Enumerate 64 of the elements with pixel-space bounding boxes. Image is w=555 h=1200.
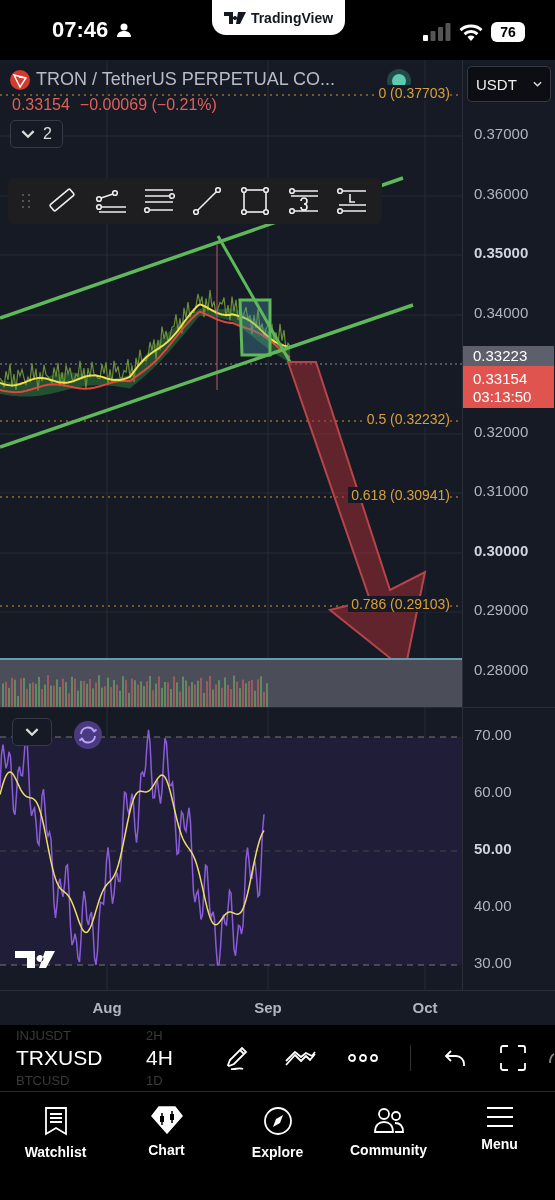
indicators-toggle[interactable]: 2 [10,120,63,148]
rsi-axis-label: 70.00 [474,726,512,743]
price-axis-label: 0.34000 [474,304,529,321]
more-icon[interactable] [348,1053,378,1063]
fib-level-label: 0.5 (0.32232) [363,411,450,427]
countdown-timer: 03:13:50 [473,387,533,405]
last-price-value: 0.33154 [473,369,529,387]
fullscreen-icon[interactable] [499,1044,527,1072]
price-axis-label: 0.37000 [474,125,529,142]
battery-level: 76 [500,24,516,40]
interval-label: 4H [146,1045,173,1071]
nav-tab[interactable]: Chart [111,1092,222,1199]
redo-icon[interactable] [549,1052,555,1064]
symbol-name: TRXUSD [16,1045,104,1071]
price-axis-label: 0.29000 [474,601,529,618]
symbol-title[interactable]: TRON / TetherUS PERPETUAL CO... [36,69,336,90]
status-time: 07:46 [52,17,109,43]
collapse-button[interactable] [12,718,52,746]
drag-handle-icon[interactable] [22,194,31,208]
time-axis-label: Sep [254,999,282,1016]
banner-title: TradingView [250,9,334,26]
currency-dropdown[interactable]: USDT [467,66,551,102]
nav-tab[interactable]: Watchlist [0,1092,111,1199]
line-icon[interactable] [191,185,224,217]
price-axis-label: 0.35000 [474,244,529,261]
last-price: 0.33154 [12,96,70,114]
rsi-axis-label: 50.00 [474,840,512,857]
interval-label: 1D [146,1073,163,1088]
nav-tab[interactable]: Explore [222,1092,333,1199]
chevron-down-icon [21,129,35,139]
symbol-picker-item[interactable]: TRXUSD 4H [16,1043,204,1073]
crosshair-price-label: 0.33223 [463,346,554,366]
time-axis-label: Aug [92,999,122,1016]
interval-label: 2H [146,1028,163,1043]
short-position-icon[interactable] [287,185,320,217]
rsi-axis-label: 60.00 [474,783,512,800]
symbol-name: BTCUSD [16,1073,71,1088]
chevron-down-icon [25,727,39,737]
price-axis-label: 0.30000 [474,542,529,559]
wifi-icon [459,23,483,41]
price-axis-label: 0.31000 [474,482,529,499]
price-axis-label: 0.32000 [474,423,529,440]
rsi-axis-label: 30.00 [474,954,512,971]
long-position-icon[interactable] [335,185,368,217]
rectangle-icon[interactable] [239,185,272,217]
nav-tab[interactable]: Community [333,1092,444,1199]
logo-icon [15,951,55,968]
symbol-name: INJUSDT [16,1028,72,1043]
fib-level-label: 0.618 (0.30941) [348,487,450,503]
rsi-axis-label: 40.00 [474,897,512,914]
fib-level-label: 0 (0.37703) [375,85,450,101]
price-change: −0.00069 (−0.21%) [79,96,217,114]
person-icon [116,22,133,38]
price-axis-label: 0.36000 [474,185,529,202]
signal-icon [423,23,451,41]
refresh-icon[interactable] [74,721,102,749]
price-axis-label: 0.28000 [474,661,529,678]
chevron-down-icon [533,81,542,87]
logo-icon [223,11,246,24]
coin-icon [10,69,30,90]
time-axis-label: Oct [412,999,438,1016]
fib-level-label: 0.786 (0.29103) [348,596,450,612]
undo-icon[interactable] [443,1048,467,1068]
nav-tab[interactable]: Menu [444,1092,555,1199]
